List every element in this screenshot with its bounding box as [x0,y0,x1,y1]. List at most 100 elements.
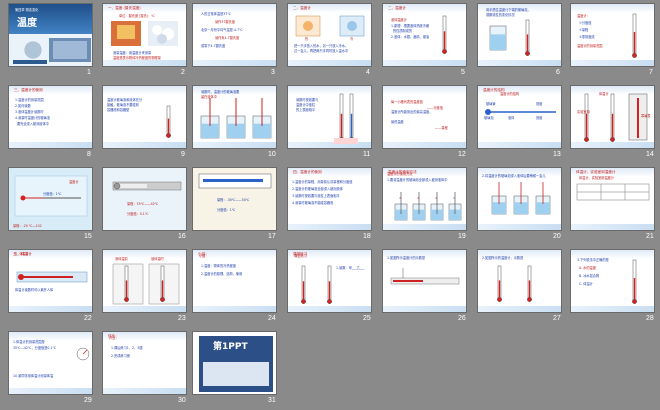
slide-number: 1 [87,69,91,76]
slide-text: 要完全浸入被测液体中 [17,122,49,126]
slide-thumbnail-20[interactable]: 2.将温度计的玻璃泡浸入液体后要稍候一会儿 [477,167,562,231]
slide-text: 每一小格代表的温度值 [391,100,423,104]
slide-thumbnail-11[interactable]: 读数时视线要与 温度计中液柱 的上表面相平 [287,85,372,149]
slide-thumbnail-28[interactable]: 3.下列说法中正确的是 A. 水的温度 B. 冰水混合物 C. 体温计 [570,249,655,313]
slide-number: 7 [649,69,653,76]
slide-text: 温度计的结构 [500,92,520,96]
slide-illustration [301,265,332,304]
slide-text: 2.将温度计的玻璃泡浸入液体后要稍候一会儿 [482,174,546,178]
slide-thumbnail-16[interactable]: 量程：35℃——42℃ 分度值：0.1℃ [102,167,187,231]
slide-text: 实验室用 [577,110,590,114]
slide-text: × [399,196,402,200]
slide-thumbnail-18[interactable]: 四、温度计的使用 1.温度计的量程，测量前认清量程和分度值 2.温度计的玻璃泡全部浸… [287,167,372,231]
slide-text: 1.要将温度计的玻璃泡全部浸入被测液体中 [387,178,448,182]
slide-thumbnail-4[interactable]: 二、温度计热冷把一只手放入热水，另一只放入冷水， 过一会儿，再把两只手同时放入温水… [287,3,372,67]
slide-text: 3.液体温度计读数时 [15,110,44,114]
slide-number: 17 [268,233,276,240]
slide-text: 测量温度：用温度计来测量 [113,51,152,55]
slide-text: 寒暑表 [641,114,651,118]
slide-text: 温度计的使用方法 [387,172,413,176]
slide-number: 12 [458,151,466,158]
slide-thumbnail-5[interactable]: 二、温度计 液体温度计 1.原理：根据液体热胀冷缩 的性质制成的 2.液体：水银、酒精、… [382,3,467,67]
slide-text: 接触，玻璃泡不要碰到 [107,103,139,107]
slide-number: 4 [366,69,370,76]
slide-text: 温度是表示物体冷热程度的物理量 [113,56,161,60]
slide-thumbnail-30[interactable]: 作业： 作业： 1.课后练习1、2、3题 2.完成练习册 [102,331,187,395]
slide-text: ②量程 [579,28,589,32]
slide-illustration [112,181,182,191]
slide-text: 1.如图所示温度计的示数是 [387,256,426,260]
slide-text: 体温计读数时可以离开人体 [15,288,54,292]
slide-illustration [103,332,187,395]
slide-thumbnail-15[interactable]: 温度计 分度值：1℃ 量程：-20 ℃—102 [8,167,93,231]
slide-text: 观察液柱的变化情况 [486,13,515,17]
slide-thumbnail-22[interactable]: 五、体温计 五、体温计 体温计读数时可以离开人体 [8,249,93,313]
slide-text: 4.测量时温度计的玻璃泡 [15,116,50,120]
slide-number: 13 [553,151,561,158]
slide-number: 3 [271,69,275,76]
slide-text: 分度值：1℃ [43,192,62,196]
slide-text: 最低温度 [391,120,404,124]
slide-text: 人的正常体温是37℃ [201,12,231,16]
slide-text: 小结： [199,254,209,258]
slide-text: 分度值：1℃ [217,208,236,212]
slide-thumbnail-24[interactable]: 小结： 小结： 1.温度：物体的冷热程度 2.温度计的原理、结构、使用 [192,249,277,313]
slide-thumbnail-26[interactable]: 1.如图所示温度计的示数是 [382,249,467,313]
slide-text: 2.温度计的玻璃泡全部浸入被测液体 [292,187,343,191]
slide-text: 刻度 [536,102,543,106]
slide-illustration [288,168,372,231]
slide-illustration [9,34,92,66]
slide-text: A. 水的温度 [579,266,596,270]
slide-text: 热 [305,37,309,41]
slide-text: 容器底和容器壁 [107,108,130,112]
slide-number: 16 [178,233,186,240]
slide-number: 2 [181,69,185,76]
slide-thumbnail-17[interactable]: 量程：-30℃——50℃ 分度值：1℃ [192,167,277,231]
slide-thumbnail-29[interactable]: 1.体温计的测量范围是 35℃—42℃，分度值是0.1℃ 10.某同学用体温计测量体… [8,331,93,395]
slide-number: 21 [646,233,654,240]
slide-text: 第四章 物态变化 [15,8,39,12]
slide-thumbnail-9[interactable]: 温度计玻璃泡和液体充分 接触，玻璃泡不要碰到 容器底和容器壁 [102,85,187,149]
slide-number: 31 [268,397,276,404]
slide-thumbnail-14[interactable]: 实验室用 体温计寒暑表 [570,85,655,149]
slide-number: 5 [461,69,465,76]
slide-text: 用手捂住温度计下端的玻璃泡， [486,8,531,12]
slide-thumbnail-10[interactable]: 读数时，温度计的玻璃泡要 留在液体中 [192,85,277,149]
slide-thumbnail-21[interactable]: 体温计、实验室用温度计 体温计、实验室用温度计 [570,167,655,231]
slide-number: 25 [363,315,371,322]
slide-number: 30 [178,397,186,404]
slide-text: 1.读数：甲___乙___ [336,266,365,270]
slide-text: 温度计玻璃泡和液体充分 [107,98,143,102]
slide-number: 18 [363,233,371,240]
slide-text: 温度 [17,18,37,29]
slide-thumbnail-25[interactable]: 课堂练习 课堂练习 1.读数：甲___乙___ [287,249,372,313]
slide-number: 6 [556,69,560,76]
slide-thumbnail-2[interactable]: 一、温度 (摄氏温度) 单位：摄氏度 (摄氏)：℃ 测量温度：用温度计来测量 温度是表… [102,3,187,67]
slide-thumbnail-6[interactable]: 用手捂住温度计下端的玻璃泡， 观察液柱的变化情况 [477,3,562,67]
slide-text: 2.如图所示的温度计，示数是 [482,256,524,260]
slide-thumbnail-27[interactable]: 2.如图所示的温度计，示数是 [477,249,562,313]
slide-text: ③零刻度线 [579,35,595,39]
slide-text: ——分度值 [427,106,443,110]
slide-text: 4.测量时玻璃泡不能碰容器底 [292,201,334,205]
slide-thumbnail-12[interactable]: 每一小格代表的温度值 温度计所能测出的最高温度、 最低温度 ——分度值 ——量程 [382,85,467,149]
slide-text: 的上表面相平 [296,108,316,112]
slide-thumbnail-8[interactable]: 三、温度计的使用 1.温度计的测量范围 2.如何读数 3.液体温度计读数时 4.测量时温… [8,85,93,149]
slide-thumbnail-23[interactable]: 测体温前 读体温时 [102,249,187,313]
slide-thumbnail-3[interactable]: 人的正常体温是37℃ 读作37摄氏度 北京一月份平均气温是-4.7℃ 读作负4.7摄氏… [192,3,277,67]
slide-number: 8 [87,151,91,158]
slide-text: ——量程 [435,126,448,130]
slide-number: 10 [268,151,276,158]
slide-text: 北京一月份平均气温是-4.7℃ [201,28,243,32]
slide-text: 2.完成练习册 [111,354,130,358]
slide-number: 27 [553,315,561,322]
slide-thumbnail-13[interactable]: 温度计的结构 温度计的结构 玻璃管 刻度 玻璃泡 液体 刻度 [477,85,562,149]
slide-thumbnail-19[interactable]: 温度计的使用方法 温度计的使用方法 1.要将温度计的玻璃泡全部浸入被测液体中 × × × √ [382,167,467,231]
slide-text: 1.原理：根据液体热胀冷缩 [391,24,430,28]
slide-thumbnail-7[interactable]: 温度计： ①分度值 ②量程 ③零刻度线 温度计的测量范围 [570,3,655,67]
slide-number: 15 [84,233,92,240]
slide-thumbnail-31[interactable]: 第1PPT [192,331,277,395]
slide-text: 体温计 [599,92,609,96]
slide-text: C. 体温计 [579,282,593,286]
slide-thumbnail-1[interactable]: 温度 第四章 物态变化 [8,3,93,67]
